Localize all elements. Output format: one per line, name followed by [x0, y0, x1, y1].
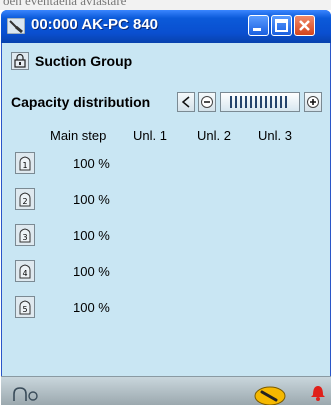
- step-1-button[interactable]: 1: [15, 152, 35, 174]
- group-title: Suction Group: [35, 53, 133, 69]
- tool-icon: [6, 17, 26, 35]
- compressor-step-icon: 4: [19, 264, 31, 279]
- step-2-button[interactable]: 2: [15, 188, 35, 210]
- step-3-button[interactable]: 3: [15, 224, 35, 246]
- step-5-button[interactable]: 5: [15, 296, 35, 318]
- minimize-icon: [253, 28, 261, 31]
- capacity-scrollbar[interactable]: [220, 92, 300, 112]
- compressor-step-icon: 1: [19, 156, 31, 171]
- scroll-thumb[interactable]: [230, 96, 290, 108]
- maximize-icon: [275, 19, 288, 32]
- row-1-main-step: 100 %: [73, 156, 110, 171]
- title-bar[interactable]: 00:000 AK-PC 840: [1, 10, 331, 43]
- svg-text:2: 2: [22, 197, 27, 206]
- app-window: 00:000 AK-PC 840 Suction Group Capacity …: [1, 10, 331, 405]
- svg-text:1: 1: [22, 161, 27, 170]
- row-3-main-step: 100 %: [73, 228, 110, 243]
- capacity-title: Capacity distribution: [11, 94, 151, 110]
- header-main-step: Main step: [50, 128, 107, 143]
- minimize-button[interactable]: [248, 15, 269, 36]
- first-page-button[interactable]: [177, 92, 195, 112]
- svg-text:4: 4: [22, 269, 27, 278]
- row-4-main-step: 100 %: [73, 264, 110, 279]
- lock-button[interactable]: [11, 52, 29, 70]
- compressor-step-icon: 3: [19, 228, 31, 243]
- svg-text:5: 5: [22, 305, 27, 314]
- window-title: 00:000 AK-PC 840: [31, 16, 159, 33]
- row-5-main-step: 100 %: [73, 300, 110, 315]
- caption-fragment: oen eventaena aviastare: [0, 0, 331, 10]
- header-unl-3: Unl. 3: [258, 128, 292, 143]
- compressor-status-icon[interactable]: [11, 385, 41, 403]
- first-page-icon: [181, 96, 190, 108]
- previous-page-button[interactable]: [198, 92, 216, 112]
- lock-icon: [14, 53, 26, 68]
- step-4-button[interactable]: 4: [15, 260, 35, 282]
- close-button[interactable]: [294, 15, 315, 36]
- status-bar: [1, 376, 331, 405]
- svg-text:3: 3: [22, 233, 27, 242]
- maximize-button[interactable]: [271, 15, 292, 36]
- row-2-main-step: 100 %: [73, 192, 110, 207]
- next-page-icon: [307, 96, 319, 108]
- next-page-button[interactable]: [304, 92, 322, 112]
- header-unl-1: Unl. 1: [133, 128, 167, 143]
- compressor-step-icon: 5: [19, 300, 31, 315]
- alarm-bell-icon[interactable]: [309, 382, 327, 402]
- header-unl-2: Unl. 2: [197, 128, 231, 143]
- service-tool-icon[interactable]: [253, 383, 287, 405]
- close-icon: [299, 20, 310, 31]
- compressor-step-icon: 2: [19, 192, 31, 207]
- previous-page-icon: [201, 96, 213, 108]
